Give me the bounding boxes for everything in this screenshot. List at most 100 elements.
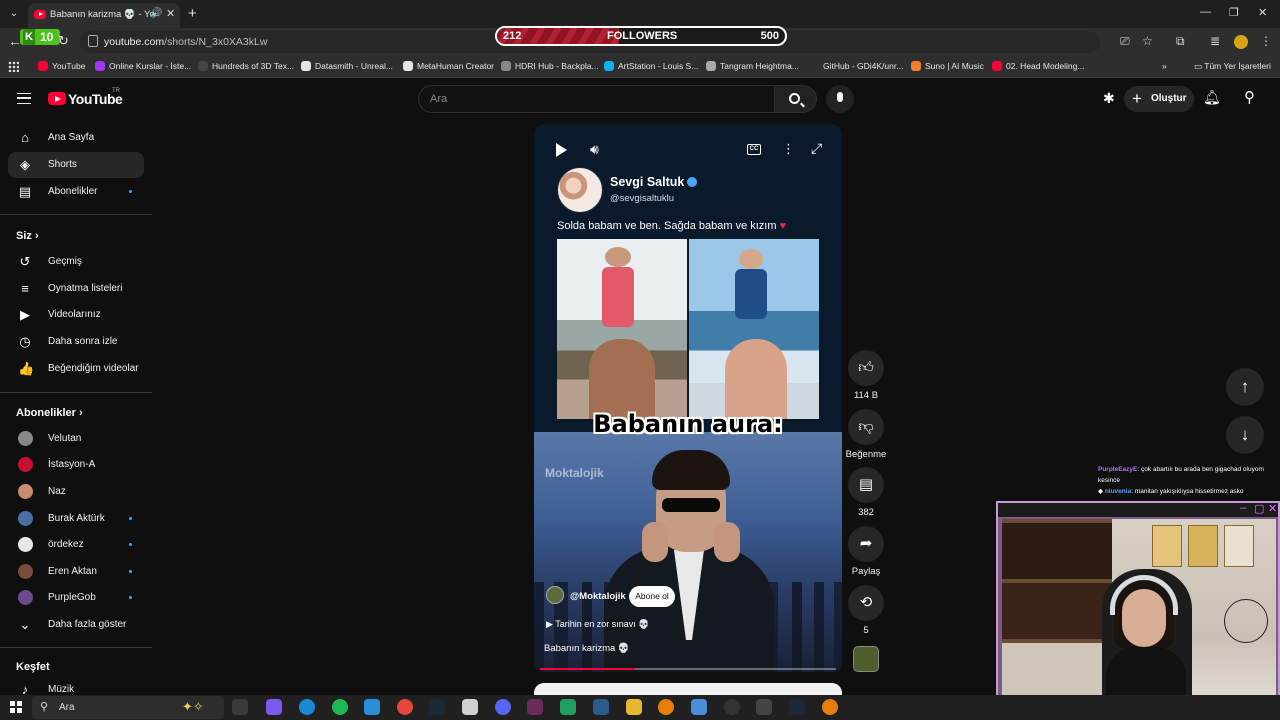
voice-search-mic-icon[interactable]	[826, 85, 854, 113]
blender-icon[interactable]	[658, 699, 674, 715]
windows-start-icon[interactable]	[10, 701, 22, 713]
minimize-icon[interactable]: –	[1240, 502, 1246, 514]
sidebar-channel[interactable]: PurpleGob	[8, 585, 144, 611]
sidebar-channel[interactable]: Burak Aktürk	[8, 506, 144, 532]
task-view-icon[interactable]	[232, 699, 248, 715]
sidebar-section-subscriptions[interactable]: Abonelikler ›	[16, 407, 83, 419]
new-tab-button[interactable]: +	[188, 5, 197, 22]
account-avatar-icon[interactable]: ⚲	[1244, 88, 1255, 106]
taskbar-search[interactable]: ⚲ Ara ✦✧	[32, 696, 224, 719]
youtube-logo-icon[interactable]	[48, 92, 66, 105]
bookmark-item[interactable]: 02. Head Modeling...	[992, 61, 1084, 71]
file-explorer-icon[interactable]	[626, 699, 642, 715]
playlist-link[interactable]: ▶ Tarihin en zor sınavı 💀	[546, 619, 650, 630]
steam-icon[interactable]	[789, 699, 805, 715]
apps-grid-icon[interactable]	[8, 61, 19, 72]
bookmark-star-icon[interactable]: ☆	[1142, 34, 1153, 48]
obs-icon[interactable]	[724, 699, 740, 715]
site-info-icon[interactable]	[88, 35, 98, 47]
edge-icon[interactable]	[299, 699, 315, 715]
previous-short-arrow-icon[interactable]: ↑	[1226, 368, 1264, 406]
sidebar-section-you[interactable]: Siz ›	[16, 230, 39, 242]
sidebar-item-shorts[interactable]: ◈ Shorts	[8, 152, 144, 178]
subscribe-button[interactable]: Abone ol	[629, 586, 675, 607]
copilot-icon[interactable]	[266, 699, 282, 715]
app-icon[interactable]	[462, 699, 478, 715]
chrome-icon[interactable]	[397, 699, 413, 715]
bookmark-item[interactable]: Datasmith - Unreal...	[301, 61, 393, 71]
app-icon[interactable]	[560, 699, 576, 715]
next-short-arrow-icon[interactable]: ↓	[1226, 416, 1264, 454]
thumbs-up-icon[interactable]: 👍︎	[848, 350, 884, 386]
captions-icon[interactable]: CC	[747, 144, 761, 155]
bookmark-item[interactable]: MetaHuman Creator	[403, 61, 494, 71]
reload-icon[interactable]: ↻	[58, 33, 69, 49]
app-icon[interactable]	[691, 699, 707, 715]
dislike-action[interactable]: 👎︎ Beğenme	[846, 409, 886, 460]
all-bookmarks-folder[interactable]: ▭ Tüm Yer İşaretleri	[1194, 61, 1271, 72]
bookmark-item[interactable]: ArtStation - Louis S...	[604, 61, 698, 71]
shorts-player[interactable]: 🔊︎ CC ⋮ ⤢ Sevgi Saltuk @sevgisaltuklu So…	[534, 124, 842, 672]
sidebar-item-home[interactable]: ⌂ Ana Sayfa	[8, 125, 144, 151]
sidebar-channel[interactable]: İstasyon-A	[8, 452, 144, 478]
channel-avatar[interactable]	[546, 586, 564, 604]
app-icon[interactable]	[756, 699, 772, 715]
cast-icon[interactable]: ⎚	[1120, 34, 1130, 49]
like-action[interactable]: 👍︎ 114 B	[848, 350, 884, 401]
sidebar-channel[interactable]: Naz	[8, 479, 144, 505]
close-tab-icon[interactable]: ✕	[166, 7, 175, 20]
sidebar-channel[interactable]: Velutan	[8, 426, 144, 452]
search-button[interactable]	[775, 85, 817, 113]
remix-action[interactable]: ⟲ 5	[848, 585, 884, 636]
steam-icon[interactable]	[429, 699, 445, 715]
cast-connect-icon[interactable]: ✱	[1103, 90, 1115, 107]
play-icon[interactable]	[556, 143, 567, 157]
sidebar-show-more[interactable]: ⌄ Daha fazla göster	[8, 612, 144, 638]
app-icon[interactable]	[364, 699, 380, 715]
search-input[interactable]: Ara	[418, 85, 775, 113]
sidebar-channel[interactable]: ördekez	[8, 532, 144, 558]
bookmarks-overflow-icon[interactable]: »	[1162, 61, 1167, 71]
minimize-icon[interactable]: —	[1200, 6, 1211, 18]
spotify-icon[interactable]	[332, 699, 348, 715]
menu-icon[interactable]	[17, 93, 31, 104]
bookmark-item[interactable]: YouTube	[38, 61, 85, 71]
extensions-icon[interactable]: ⧉	[1176, 34, 1185, 49]
remix-icon[interactable]: ⟲	[848, 585, 884, 621]
comments-action[interactable]: ▤ 382	[848, 467, 884, 518]
tab-search-chevron-icon[interactable]: ⌄	[6, 6, 22, 22]
thumbs-down-icon[interactable]: 👎︎	[848, 409, 884, 445]
create-button[interactable]: + Oluştur	[1124, 86, 1194, 112]
bookmark-item[interactable]: Hundreds of 3D Tex...	[198, 61, 294, 71]
browser-tab[interactable]: Babanın karizma 💀 - YouTube 🔊 ✕	[28, 3, 180, 28]
speaker-icon[interactable]: 🔊	[150, 8, 162, 19]
sidebar-item-liked-videos[interactable]: 👍 Beğendiğim videolar	[8, 356, 144, 382]
sidebar-item-watch-later[interactable]: ◷ Daha sonra izle	[8, 329, 144, 355]
more-menu-icon[interactable]: ⋮	[1260, 34, 1272, 48]
sound-thumbnail[interactable]	[853, 646, 879, 672]
sidebar-channel[interactable]: Eren Aktan	[8, 559, 144, 585]
sidebar-item-history[interactable]: ↺ Geçmiş	[8, 249, 144, 275]
close-window-icon[interactable]: ✕	[1258, 6, 1267, 19]
bookmark-item[interactable]: Suno | AI Music	[911, 61, 984, 71]
sidebar-item-playlists[interactable]: ≡ Oynatma listeleri	[8, 276, 144, 302]
video-progress-bar[interactable]	[540, 668, 836, 670]
notifications-bell-icon[interactable]: 🔔︎	[1203, 89, 1221, 106]
discord-icon[interactable]	[495, 699, 511, 715]
comment-icon[interactable]: ▤	[848, 467, 884, 503]
photoshop-icon[interactable]	[593, 699, 609, 715]
fullscreen-icon[interactable]: ⤢	[811, 140, 822, 157]
blender-icon[interactable]	[822, 699, 838, 715]
visual-studio-icon[interactable]	[527, 699, 543, 715]
reading-list-icon[interactable]: ≣	[1210, 34, 1220, 48]
volume-icon[interactable]: 🔊︎	[590, 141, 599, 158]
sidebar-item-your-videos[interactable]: ▶ Videolarınız	[8, 302, 144, 328]
share-action[interactable]: ➦ Paylaş	[848, 526, 884, 577]
maximize-icon[interactable]: ▢	[1254, 502, 1264, 515]
more-options-icon[interactable]: ⋮	[782, 141, 795, 157]
sidebar-item-subscriptions[interactable]: ▤ Abonelikler	[8, 179, 144, 205]
bookmark-item[interactable]: Tangram Heightma...	[706, 61, 799, 71]
bookmark-item[interactable]: HDRI Hub - Backpla...	[501, 61, 599, 71]
bookmark-item[interactable]: GitHub - GDi4K/unr...	[809, 61, 903, 71]
close-icon[interactable]: ✕	[1268, 502, 1277, 515]
